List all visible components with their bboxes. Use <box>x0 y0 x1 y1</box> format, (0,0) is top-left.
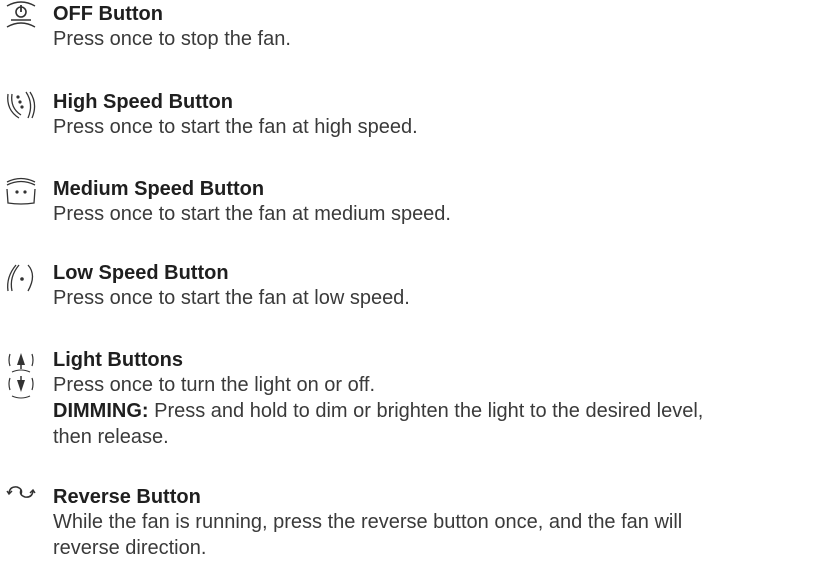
dimming-instruction: DIMMING: Press and hold to dim or bright… <box>53 398 823 424</box>
light-buttons-description: Press once to turn the light on or off. <box>53 374 376 396</box>
dimming-text-continued: then release. <box>53 426 169 448</box>
medium-speed-button-description: Press once to start the fan at medium sp… <box>53 203 451 225</box>
off-button-title: OFF Button <box>53 3 163 25</box>
high-speed-icon <box>4 88 38 124</box>
reverse-button-description-line-1: While the fan is running, press the reve… <box>53 511 683 533</box>
medium-speed-button-title: Medium Speed Button <box>53 178 265 200</box>
off-button-description: Press once to stop the fan. <box>53 28 291 50</box>
high-speed-button-description: Press once to start the fan at high spee… <box>53 116 418 138</box>
dimming-label: DIMMING: <box>53 400 149 422</box>
reverse-button-description-line-2: reverse direction. <box>53 537 207 559</box>
dimming-text: Press and hold to dim or brighten the li… <box>154 400 704 422</box>
power-icon <box>4 0 38 36</box>
medium-speed-icon <box>4 175 38 211</box>
low-speed-button-description: Press once to start the fan at low speed… <box>53 287 410 309</box>
light-icon <box>4 346 38 414</box>
reverse-button-title: Reverse Button <box>53 486 201 508</box>
high-speed-button-title: High Speed Button <box>53 91 233 113</box>
reverse-icon <box>4 481 38 517</box>
low-speed-button-title: Low Speed Button <box>53 262 229 284</box>
low-speed-icon <box>4 261 38 297</box>
light-buttons-title: Light Buttons <box>53 349 183 371</box>
